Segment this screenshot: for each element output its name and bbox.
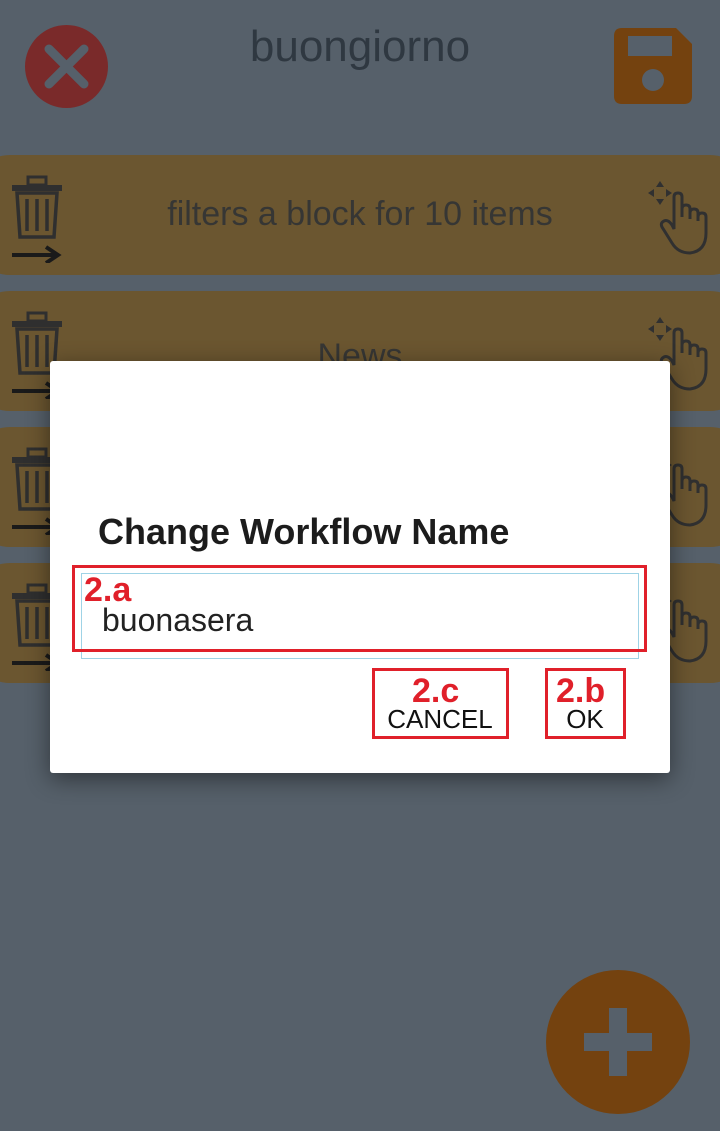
rename-dialog: Change Workflow Name buonasera 2.a CANCE… bbox=[50, 361, 670, 773]
dialog-title: Change Workflow Name bbox=[98, 511, 510, 552]
trash-icon[interactable] bbox=[12, 171, 62, 263]
list-item[interactable]: filters a block for 10 items bbox=[0, 155, 720, 275]
annotation-label-input: 2.a bbox=[84, 571, 132, 609]
drag-handle-icon[interactable] bbox=[646, 179, 712, 255]
annotation-box-input bbox=[72, 565, 647, 652]
workflow-title: buongiorno bbox=[249, 22, 471, 71]
close-icon bbox=[44, 44, 89, 89]
add-block-button[interactable] bbox=[546, 970, 690, 1114]
plus-icon bbox=[584, 1008, 652, 1076]
close-button[interactable] bbox=[25, 25, 108, 108]
row-label: filters a block for 10 items bbox=[167, 195, 553, 233]
annotation-label-ok: 2.b bbox=[556, 672, 606, 710]
floppy-disk-icon bbox=[614, 28, 692, 104]
annotation-label-cancel: 2.c bbox=[412, 672, 460, 710]
save-button[interactable] bbox=[614, 28, 692, 104]
